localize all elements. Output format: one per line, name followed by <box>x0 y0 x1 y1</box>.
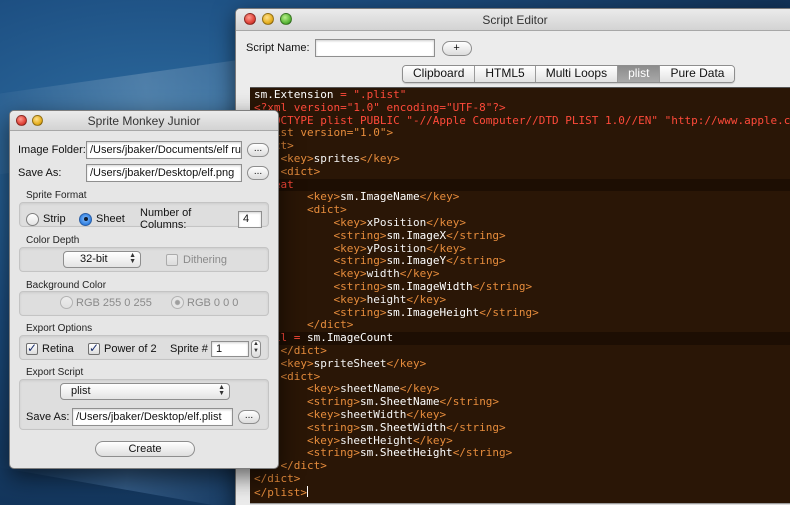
code-line: </plist> <box>254 485 308 499</box>
save-as-label: Save As: <box>18 167 62 179</box>
retina-label: Retina <box>42 343 74 355</box>
background-color-title: Background Color <box>26 280 107 291</box>
code-line: until = sm.ImageCount <box>250 331 790 345</box>
image-folder-field[interactable]: /Users/jbaker/Documents/elf run <box>86 141 242 159</box>
power-of-2-label: Power of 2 <box>104 343 157 355</box>
export-script-popup[interactable]: plist ▲ ▼ <box>60 383 230 400</box>
checkmark-icon: ✓ <box>27 341 38 355</box>
color-depth-value: 32-bit <box>80 253 108 265</box>
tab-clipboard[interactable]: Clipboard <box>403 66 476 82</box>
script-code-editor[interactable]: sm.Extension = ".plist" <?xml version="1.… <box>250 87 790 503</box>
color-depth-title: Color Depth <box>26 235 80 246</box>
tab-plist[interactable]: plist <box>618 66 661 82</box>
create-button[interactable]: Create <box>95 441 195 457</box>
export-script-title: Export Script <box>26 367 84 378</box>
save-as-field[interactable]: /Users/jbaker/Desktop/elf.png <box>86 164 242 182</box>
sheet-radio[interactable] <box>79 212 92 226</box>
dithering-label: Dithering <box>183 253 228 266</box>
script-editor-window: Script Editor Script Name: + Clipboard H… <box>235 8 790 505</box>
code-line: <key>spriteSheet</key> <box>280 356 427 370</box>
power-of-2-checkbox[interactable]: ✓ <box>88 341 100 355</box>
code-line: </dict> <box>254 471 301 485</box>
tab-pure-data[interactable]: Pure Data <box>660 66 735 82</box>
sprite-format-title: Sprite Format <box>26 190 87 201</box>
columns-field[interactable]: 4 <box>238 210 262 228</box>
columns-label: Number of Columns: <box>140 207 192 231</box>
rgb-magenta-radio[interactable] <box>60 296 73 309</box>
script-save-as-browse-button[interactable]: ... <box>238 410 260 424</box>
zoom-icon[interactable] <box>280 13 292 25</box>
sprite-monkey-titlebar[interactable]: Sprite Monkey Junior <box>10 111 278 131</box>
script-save-as-label: Save As: <box>26 411 70 423</box>
dithering-checkbox[interactable] <box>166 253 178 266</box>
tab-multi-loops[interactable]: Multi Loops <box>535 66 619 82</box>
code-line: <key>sprites</key> <box>280 151 400 165</box>
window-title: Sprite Monkey Junior <box>87 114 201 128</box>
window-title: Script Editor <box>482 13 548 27</box>
add-script-button[interactable]: + <box>441 40 472 56</box>
sprite-monkey-window: Sprite Monkey Junior Image Folder: /User… <box>9 110 279 469</box>
code-line: </dict> <box>280 459 327 473</box>
script-name-label: Script Name: <box>246 42 310 54</box>
script-tabs: Clipboard HTML5 Multi Loops plist Pure D… <box>402 65 736 83</box>
color-depth-popup[interactable]: 32-bit ▲ ▼ <box>63 251 141 268</box>
sprite-number-field[interactable]: 1 <box>211 341 249 357</box>
close-icon[interactable] <box>16 115 27 126</box>
updown-arrows-icon: ▲ ▼ <box>129 252 136 265</box>
image-folder-browse-button[interactable]: ... <box>247 143 269 157</box>
text-cursor <box>306 485 308 497</box>
updown-arrows-icon: ▲ ▼ <box>218 384 225 397</box>
strip-label: Strip <box>43 213 66 225</box>
minimize-icon[interactable] <box>262 13 274 25</box>
sprite-number-label: Sprite # <box>170 343 208 355</box>
tab-html5[interactable]: HTML5 <box>475 66 536 82</box>
code-line: <string>sm.SheetHeight</string> <box>306 446 513 460</box>
export-options-title: Export Options <box>26 323 93 334</box>
export-script-value: plist <box>71 385 91 397</box>
code-line: <dict> <box>280 164 321 178</box>
rgb-black-label: RGB 0 0 0 <box>187 296 239 309</box>
script-name-input[interactable] <box>314 39 435 57</box>
minimize-icon[interactable] <box>32 115 43 126</box>
code-line: </dict> <box>280 343 327 357</box>
strip-radio[interactable] <box>26 212 39 226</box>
sheet-label: Sheet <box>96 213 125 225</box>
close-icon[interactable] <box>244 13 256 25</box>
code-line: <plist version="1.0"> <box>254 126 394 140</box>
checkmark-icon: ✓ <box>89 341 100 355</box>
script-save-as-field[interactable]: /Users/jbaker/Desktop/elf.plist <box>72 408 233 426</box>
script-editor-titlebar[interactable]: Script Editor <box>236 9 790 31</box>
rgb-magenta-label: RGB 255 0 255 <box>76 296 152 309</box>
retina-checkbox[interactable]: ✓ <box>26 341 38 355</box>
image-folder-label: Image Folder: <box>18 144 86 156</box>
rgb-black-radio[interactable] <box>171 296 184 309</box>
sprite-number-stepper[interactable]: ▲ ▼ <box>251 340 261 358</box>
save-as-browse-button[interactable]: ... <box>247 166 269 180</box>
